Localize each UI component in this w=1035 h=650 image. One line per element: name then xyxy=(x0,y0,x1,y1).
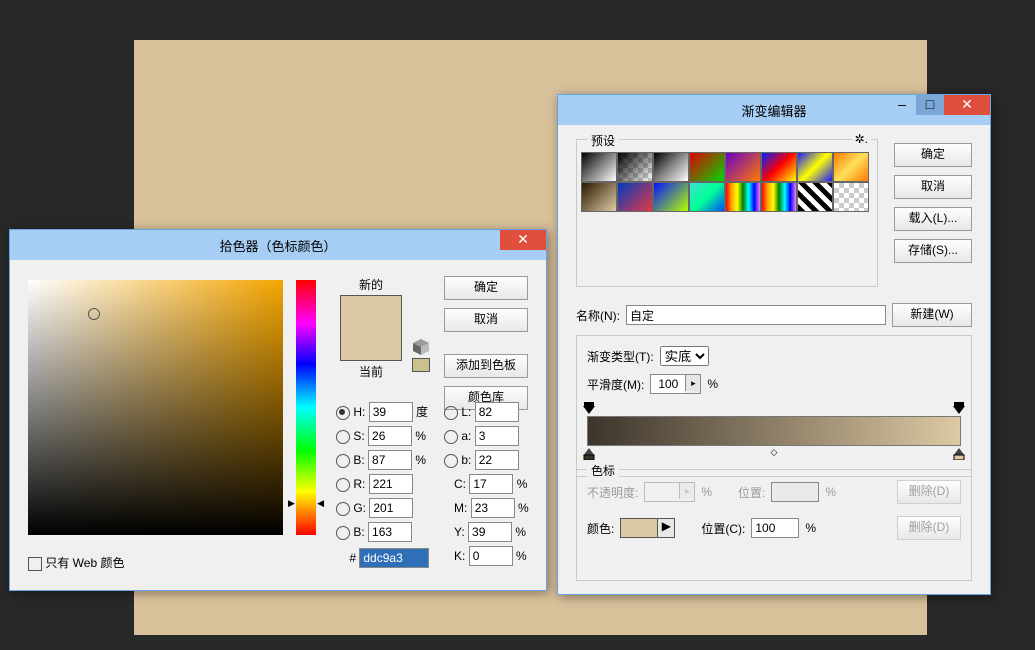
current-label: 当前 xyxy=(340,363,402,380)
gradient-editor-window: 渐变编辑器 – □ ✕ 预设 ✲. xyxy=(557,94,991,595)
h-input[interactable] xyxy=(369,402,413,422)
stops-group: 色标 不透明度: ▸ % 位置: % 删除(D) 颜色: ▶ 位置(C): % … xyxy=(576,469,972,581)
radio-s[interactable] xyxy=(336,430,350,444)
position-unit-1: % xyxy=(825,485,836,499)
smoothness-stepper[interactable]: ▸ xyxy=(650,374,701,394)
s-input[interactable] xyxy=(368,426,412,446)
stop-color-label: 颜色: xyxy=(587,520,614,537)
cancel-button[interactable]: 取消 xyxy=(444,308,528,332)
color-stop-left[interactable] xyxy=(583,448,595,460)
smooth-label: 平滑度(M): xyxy=(587,376,644,393)
c-input[interactable] xyxy=(469,474,513,494)
opacity-position-input xyxy=(771,482,819,502)
web-only-label: 只有 Web 颜色 xyxy=(45,556,124,570)
bb-input[interactable] xyxy=(368,522,412,542)
ok-button[interactable]: 确定 xyxy=(894,143,972,167)
websafe-icon xyxy=(412,358,430,372)
color-picker-titlebar[interactable]: 拾色器（色标颜色） ✕ xyxy=(10,230,546,260)
sv-cursor[interactable] xyxy=(88,308,100,320)
color-picker-title: 拾色器（色标颜色） xyxy=(219,236,336,255)
bv-input[interactable] xyxy=(368,450,412,470)
new-color-swatch[interactable] xyxy=(341,296,401,328)
opacity-label: 不透明度: xyxy=(587,484,638,501)
load-button[interactable]: 载入(L)... xyxy=(894,207,972,231)
color-picker-window: 拾色器（色标颜色） ✕ ▶ ◀ 新的 当前 确定 取消 添加到色板 颜色库 xyxy=(9,229,547,591)
delete-color-stop-button: 删除(D) xyxy=(897,516,961,540)
gradient-presets[interactable] xyxy=(581,152,869,212)
new-label: 新的 xyxy=(340,276,402,293)
hue-arrow-l: ▶ xyxy=(288,498,295,509)
close-button[interactable]: ✕ xyxy=(944,95,990,115)
hue-slider[interactable]: ▶ ◀ xyxy=(296,280,316,535)
maximize-button[interactable]: □ xyxy=(916,95,944,115)
gradient-type-select[interactable]: 实底 xyxy=(660,346,709,366)
r-input[interactable] xyxy=(369,474,413,494)
m-input[interactable] xyxy=(471,498,515,518)
radio-b2[interactable] xyxy=(444,454,458,468)
position-unit-2: % xyxy=(805,521,816,535)
presets-label: 预设 xyxy=(587,132,619,149)
current-color-swatch[interactable] xyxy=(341,328,401,360)
close-button[interactable]: ✕ xyxy=(500,230,546,250)
save-button[interactable]: 存储(S)... xyxy=(894,239,972,263)
add-swatch-button[interactable]: 添加到色板 xyxy=(444,354,528,378)
gear-icon[interactable]: ✲. xyxy=(852,132,871,146)
stops-label: 色标 xyxy=(587,462,619,479)
g-input[interactable] xyxy=(369,498,413,518)
gradient-editor-title: 渐变编辑器 xyxy=(741,101,806,120)
radio-a[interactable] xyxy=(444,430,458,444)
l-input[interactable] xyxy=(475,402,519,422)
ok-button[interactable]: 确定 xyxy=(444,276,528,300)
cube-icon xyxy=(412,338,430,359)
gradient-settings-group: 渐变类型(T): 实底 平滑度(M): ▸ % xyxy=(576,335,972,477)
stop-color-swatch[interactable]: ▶ xyxy=(620,518,675,538)
type-label: 渐变类型(T): xyxy=(587,348,654,365)
position-label: 位置: xyxy=(738,484,765,501)
minimize-button[interactable]: – xyxy=(888,95,916,115)
new-button[interactable]: 新建(W) xyxy=(892,303,972,327)
midpoint-icon[interactable]: ◇ xyxy=(771,447,778,458)
opacity-stop-right[interactable] xyxy=(953,402,965,414)
radio-bv[interactable] xyxy=(336,454,350,468)
y-input[interactable] xyxy=(468,522,512,542)
color-stop-right[interactable] xyxy=(953,448,965,460)
radio-r[interactable] xyxy=(336,478,350,492)
color-position-input[interactable] xyxy=(751,518,799,538)
hex-input[interactable] xyxy=(359,548,429,568)
radio-g[interactable] xyxy=(336,502,350,516)
opacity-stepper: ▸ xyxy=(644,482,695,502)
gradient-editor-titlebar[interactable]: 渐变编辑器 – □ ✕ xyxy=(558,95,990,125)
cancel-button[interactable]: 取消 xyxy=(894,175,972,199)
opacity-unit: % xyxy=(701,485,712,499)
name-label: 名称(N): xyxy=(576,307,620,324)
radio-bb[interactable] xyxy=(336,526,350,540)
presets-group: 预设 ✲. xyxy=(576,139,878,287)
web-only-checkbox[interactable] xyxy=(28,557,42,571)
radio-l[interactable] xyxy=(444,406,458,420)
positionc-label: 位置(C): xyxy=(701,520,745,537)
radio-h[interactable] xyxy=(336,406,350,420)
gradient-name-input[interactable] xyxy=(626,305,886,325)
sv-field[interactable] xyxy=(28,280,283,535)
smooth-unit: % xyxy=(707,377,718,391)
delete-opacity-stop-button: 删除(D) xyxy=(897,480,961,504)
a-input[interactable] xyxy=(475,426,519,446)
k-input[interactable] xyxy=(469,546,513,566)
opacity-stop-left[interactable] xyxy=(583,402,595,414)
gradient-bar[interactable] xyxy=(587,416,961,446)
hue-arrow-r: ◀ xyxy=(317,498,324,509)
b2-input[interactable] xyxy=(475,450,519,470)
